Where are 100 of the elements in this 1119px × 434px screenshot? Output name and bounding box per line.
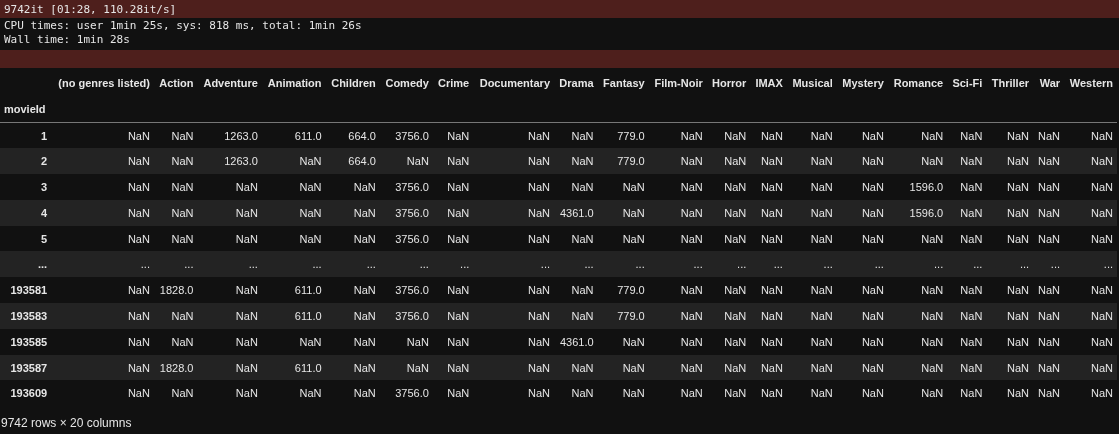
table-cell: NaN: [325, 380, 380, 407]
table-cell: NaN: [554, 354, 598, 381]
table-cell: 1596.0: [887, 174, 948, 200]
table-cell: NaN: [197, 174, 262, 200]
row-index: 193585: [0, 328, 52, 355]
table-cell: NaN: [947, 354, 987, 381]
table-cell: NaN: [432, 303, 474, 329]
table-cell: NaN: [750, 148, 787, 175]
table-cell: ...: [197, 251, 262, 278]
table-cell: ...: [51, 251, 154, 278]
table-cell: NaN: [1064, 303, 1117, 329]
table-cell: NaN: [986, 303, 1034, 329]
table-cell: NaN: [432, 380, 474, 407]
table-cell: NaN: [750, 303, 787, 329]
table-cell: NaN: [473, 354, 554, 381]
column-header: (no genres listed): [57, 76, 151, 91]
table-cell: NaN: [648, 277, 707, 304]
table-cell: NaN: [473, 328, 554, 355]
output-line: 9742it [01:28, 110.28it/s]: [3, 3, 178, 17]
table-cell: 3756.0: [379, 199, 433, 226]
table-cell: NaN: [197, 199, 262, 226]
table-cell: NaN: [648, 122, 707, 149]
table-cell: NaN: [836, 277, 888, 304]
table-cell: ...: [648, 251, 707, 278]
table-cell: NaN: [1064, 122, 1117, 149]
table-cell: NaN: [261, 148, 326, 175]
table-cell: NaN: [597, 328, 649, 355]
table-cell: NaN: [597, 354, 649, 381]
table-cell: NaN: [986, 354, 1034, 381]
output-line: CPU times: user 1min 25s, sys: 818 ms, total: 1min 26s: [3, 19, 363, 33]
column-header: Musical: [791, 76, 834, 91]
table-cell: NaN: [887, 122, 948, 149]
table-cell: 4361.0: [554, 328, 598, 355]
table-cell: 611.0: [261, 277, 326, 304]
table-cell: 611.0: [261, 303, 326, 329]
table-cell: NaN: [706, 148, 751, 175]
table-cell: NaN: [473, 380, 554, 407]
table-cell: NaN: [648, 354, 707, 381]
table-cell: ...: [325, 251, 380, 278]
table-cell: NaN: [947, 122, 987, 149]
table-cell: NaN: [786, 122, 837, 149]
table-cell: NaN: [51, 174, 154, 200]
row-index: ...: [0, 251, 52, 278]
table-cell: NaN: [1033, 277, 1065, 304]
table-cell: NaN: [786, 354, 837, 381]
table-cell: 1263.0: [197, 122, 262, 149]
table-cell: NaN: [1033, 148, 1065, 175]
table-cell: NaN: [325, 174, 380, 200]
column-header: War: [1038, 76, 1062, 91]
table-cell: NaN: [432, 148, 474, 175]
row-index: 193587: [0, 354, 52, 381]
table-cell: NaN: [554, 122, 598, 149]
table-cell: 1828.0: [153, 354, 198, 381]
table-cell: NaN: [473, 148, 554, 175]
table-cell: 664.0: [325, 148, 380, 175]
output-line: Wall time: 1min 28s: [3, 33, 131, 47]
table-cell: NaN: [1064, 225, 1117, 252]
table-cell: ...: [786, 251, 837, 278]
table-cell: NaN: [887, 354, 948, 381]
table-cell: NaN: [947, 303, 987, 329]
table-cell: 779.0: [597, 303, 649, 329]
table-cell: 664.0: [325, 122, 380, 149]
table-cell: NaN: [887, 148, 948, 175]
table-cell: 1596.0: [887, 199, 948, 226]
column-header: Fantasy: [602, 76, 646, 91]
table-cell: 1828.0: [153, 277, 198, 304]
table-cell: ...: [986, 251, 1034, 278]
table-cell: NaN: [887, 277, 948, 304]
table-cell: NaN: [197, 354, 262, 381]
table-cell: NaN: [706, 174, 751, 200]
table-cell: NaN: [473, 225, 554, 252]
table-cell: NaN: [648, 380, 707, 407]
table-cell: ...: [887, 251, 948, 278]
column-header: Thriller: [990, 76, 1031, 91]
table-cell: NaN: [786, 328, 837, 355]
table-cell: 3756.0: [379, 380, 433, 407]
table-cell: 779.0: [597, 277, 649, 304]
table-cell: NaN: [261, 174, 326, 200]
table-cell: NaN: [706, 277, 751, 304]
table-cell: ...: [153, 251, 198, 278]
row-index: 2: [0, 148, 52, 175]
table-cell: NaN: [1033, 380, 1065, 407]
column-header: Mystery: [841, 76, 885, 91]
table-cell: NaN: [750, 225, 787, 252]
table-cell: NaN: [473, 199, 554, 226]
table-cell: NaN: [597, 174, 649, 200]
table-cell: NaN: [379, 148, 433, 175]
table-cell: NaN: [51, 122, 154, 149]
table-cell: NaN: [554, 148, 598, 175]
column-header: Children: [330, 76, 377, 91]
table-cell: NaN: [887, 225, 948, 252]
table-cell: NaN: [836, 225, 888, 252]
table-cell: NaN: [1064, 148, 1117, 175]
column-header: Film-Noir: [653, 76, 704, 91]
table-cell: NaN: [51, 148, 154, 175]
table-cell: NaN: [1033, 354, 1065, 381]
table-cell: NaN: [1033, 199, 1065, 226]
table-cell: NaN: [325, 199, 380, 226]
column-header: Horror: [711, 76, 748, 91]
table-cell: 3756.0: [379, 174, 433, 200]
